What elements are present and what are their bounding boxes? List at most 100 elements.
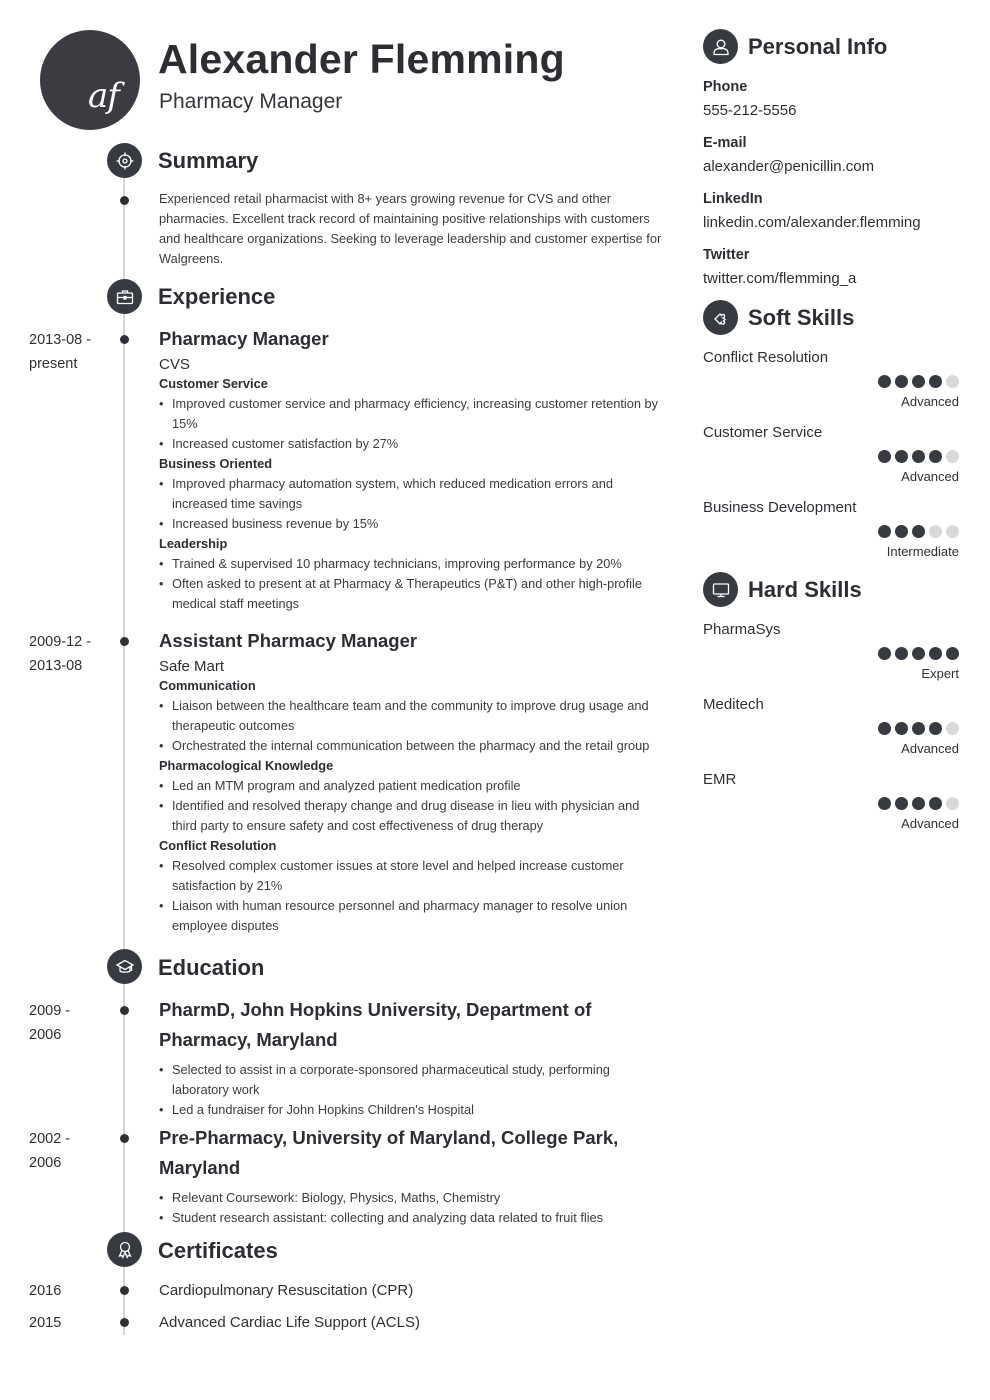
candidate-title: Pharmacy Manager <box>159 90 343 113</box>
job-category: Business Oriented <box>159 456 273 471</box>
timeline-dot <box>120 637 129 646</box>
rating-dot-filled <box>912 525 925 538</box>
target-icon <box>107 143 142 178</box>
rating-dot-filled <box>912 375 925 388</box>
skill-name: Business Development <box>703 499 857 516</box>
rating-dot-filled <box>895 797 908 810</box>
info-label-phone: Phone <box>703 79 748 95</box>
briefcase-icon <box>107 279 142 314</box>
avatar-initials-text: af <box>88 76 120 116</box>
job-bullets: Improved pharmacy automation system, whi… <box>159 474 664 534</box>
skill-level: Advanced <box>901 741 959 756</box>
info-value-phone[interactable]: 555-212-5556 <box>703 102 796 119</box>
job-bullet: Trained & supervised 10 pharmacy technic… <box>159 554 664 574</box>
rating-dot-filled <box>929 797 942 810</box>
certificate-name: Advanced Cardiac Life Support (ACLS) <box>159 1314 420 1331</box>
job-bullet: Led an MTM program and analyzed patient … <box>159 776 664 796</box>
job-title: Assistant Pharmacy Manager <box>159 630 418 651</box>
candidate-name: Alexander Flemming <box>158 36 565 82</box>
job-date-end: 2013-08 <box>29 658 83 674</box>
info-value-email[interactable]: alexander@penicillin.com <box>703 158 874 175</box>
job-bullet: Liaison between the healthcare team and … <box>159 696 664 736</box>
rating-dot-filled <box>895 450 908 463</box>
soft-skills-heading: Soft Skills <box>748 305 855 330</box>
rating-dot-empty <box>946 797 959 810</box>
job-company: Safe Mart <box>159 658 225 675</box>
job-entry: Assistant Pharmacy Manager Safe Mart Com… <box>159 629 664 936</box>
edu-date-start: 2009 - <box>29 1003 71 1019</box>
job-bullet: Liaison with human resource personnel an… <box>159 896 664 936</box>
timeline-dot <box>120 1318 129 1327</box>
certificates-heading: Certificates <box>158 1238 278 1263</box>
job-bullet: Increased business revenue by 15% <box>159 514 664 534</box>
personal-info-heading: Personal Info <box>748 34 888 59</box>
education-entry: PharmD, John Hopkins University, Departm… <box>159 995 664 1120</box>
puzzle-piece-icon <box>703 300 738 335</box>
rating-dot-filled <box>929 722 942 735</box>
education-bullet: Selected to assist in a corporate-sponso… <box>159 1060 664 1100</box>
skill-rating <box>878 525 959 538</box>
job-bullets: Led an MTM program and analyzed patient … <box>159 776 664 836</box>
job-bullet: Orchestrated the internal communication … <box>159 736 664 756</box>
rating-dot-filled <box>929 647 942 660</box>
skill-name: Customer Service <box>703 424 823 441</box>
rating-dot-empty <box>929 525 942 538</box>
rating-dot-filled <box>912 450 925 463</box>
rating-dot-empty <box>946 722 959 735</box>
skill-name: PharmaSys <box>703 621 781 638</box>
skill-rating <box>878 375 959 388</box>
timeline-dot <box>120 1286 129 1295</box>
job-bullet: Often asked to present at at Pharmacy & … <box>159 574 664 614</box>
monitor-icon <box>703 572 738 607</box>
job-category: Conflict Resolution <box>159 838 277 853</box>
avatar-initials: af <box>40 30 140 130</box>
job-date: 2013-08 - present <box>29 328 91 376</box>
skill-rating <box>878 722 959 735</box>
skill-rating <box>878 797 959 810</box>
hard-skills-heading: Hard Skills <box>748 577 862 602</box>
skill-level: Advanced <box>901 816 959 831</box>
job-date: 2009-12 - 2013-08 <box>29 630 91 678</box>
education-title: PharmD, John Hopkins University, Departm… <box>159 999 592 1050</box>
rating-dot-filled <box>878 375 891 388</box>
info-label-email: E-mail <box>703 135 747 151</box>
rating-dot-filled <box>912 797 925 810</box>
job-category: Pharmacological Knowledge <box>159 758 334 773</box>
education-title: Pre-Pharmacy, University of Maryland, Co… <box>159 1127 619 1178</box>
edu-date: 2009 - 2006 <box>29 999 70 1047</box>
timeline-dot <box>120 1006 129 1015</box>
rating-dot-empty <box>946 450 959 463</box>
rating-dot-filled <box>895 722 908 735</box>
job-entry: Pharmacy Manager CVS Customer Service Im… <box>159 327 664 614</box>
skill-name: Meditech <box>703 696 764 713</box>
job-date-start: 2013-08 - <box>29 332 92 348</box>
job-bullet: Resolved complex customer issues at stor… <box>159 856 664 896</box>
job-date-start: 2009-12 - <box>29 634 92 650</box>
rating-dot-filled <box>878 647 891 660</box>
rating-dot-filled <box>912 647 925 660</box>
timeline-dot <box>120 196 129 205</box>
education-bullet: Relevant Coursework: Biology, Physics, M… <box>159 1188 664 1208</box>
skill-level: Expert <box>921 666 959 681</box>
job-bullets: Trained & supervised 10 pharmacy technic… <box>159 554 664 614</box>
job-bullets: Improved customer service and pharmacy e… <box>159 394 664 454</box>
job-category: Leadership <box>159 536 228 551</box>
job-bullets: Resolved complex customer issues at stor… <box>159 856 664 936</box>
skill-level: Intermediate <box>886 544 959 559</box>
skill-rating <box>878 647 959 660</box>
job-title: Pharmacy Manager <box>159 328 329 349</box>
education-entry: Pre-Pharmacy, University of Maryland, Co… <box>159 1123 664 1228</box>
skill-level: Advanced <box>901 469 959 484</box>
info-value-twitter[interactable]: twitter.com/flemming_a <box>703 270 856 287</box>
certificate-year: 2015 <box>29 1315 62 1331</box>
job-bullet: Increased customer satisfaction by 27% <box>159 434 664 454</box>
rating-dot-filled <box>912 722 925 735</box>
job-bullet: Improved pharmacy automation system, whi… <box>159 474 664 514</box>
info-label-linkedin: LinkedIn <box>703 191 763 207</box>
rating-dot-filled <box>878 797 891 810</box>
job-date-end: present <box>29 356 78 372</box>
job-company: CVS <box>159 356 190 373</box>
edu-date-end: 2006 <box>29 1155 62 1171</box>
info-value-linkedin[interactable]: linkedin.com/alexander.flemming <box>703 214 921 231</box>
timeline-dot <box>120 335 129 344</box>
